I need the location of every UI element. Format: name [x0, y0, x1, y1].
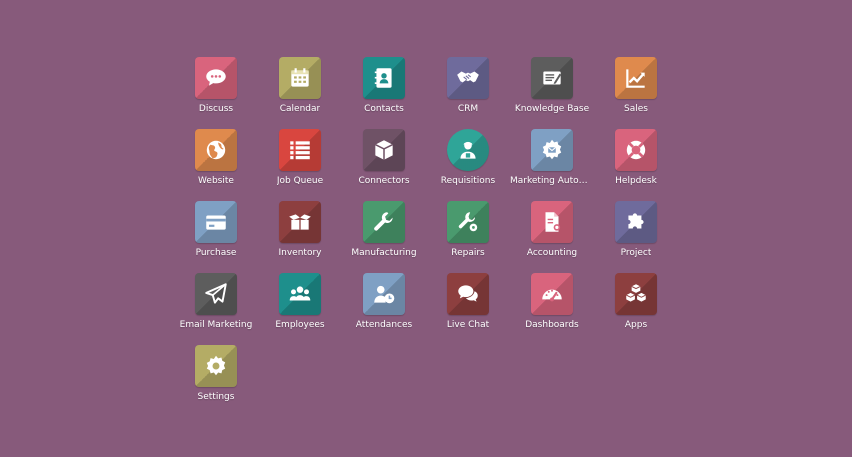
app-label: Attendances: [355, 320, 413, 330]
knowledge-base-icon: [531, 57, 573, 99]
app-tile-apps[interactable]: Apps: [594, 273, 678, 345]
app-tile-settings[interactable]: Settings: [174, 345, 258, 417]
list-icon: [279, 129, 321, 171]
app-label: Dashboards: [525, 320, 579, 330]
app-label: Contacts: [364, 104, 404, 114]
wrench-icon: [363, 201, 405, 243]
calendar-icon: [279, 57, 321, 99]
requisition-user-icon: [447, 129, 489, 171]
app-label: Connectors: [358, 176, 410, 186]
app-tile-attendances[interactable]: Attendances: [342, 273, 426, 345]
app-label: Inventory: [278, 248, 322, 258]
marketing-gear-icon: [531, 129, 573, 171]
app-tile-marketing-automation[interactable]: Marketing Automation: [510, 129, 594, 201]
accounting-doc-icon: [531, 201, 573, 243]
discuss-icon: [195, 57, 237, 99]
app-label: CRM: [457, 104, 479, 114]
app-label: Sales: [624, 104, 648, 114]
app-tile-email-marketing[interactable]: Email Marketing: [174, 273, 258, 345]
app-label: Manufacturing: [351, 248, 417, 258]
app-label: Knowledge Base: [514, 104, 590, 114]
app-tile-requisitions[interactable]: Requisitions: [426, 129, 510, 201]
app-tile-website[interactable]: Website: [174, 129, 258, 201]
sales-chart-icon: [615, 57, 657, 99]
app-tile-inventory[interactable]: Inventory: [258, 201, 342, 273]
app-label: Settings: [197, 392, 235, 402]
open-box-icon: [279, 201, 321, 243]
chat-bubbles-icon: [447, 273, 489, 315]
app-label: Project: [620, 248, 652, 258]
paper-plane-icon: [195, 273, 237, 315]
dashboard-gauge-icon: [531, 273, 573, 315]
app-tile-purchase[interactable]: Purchase: [174, 201, 258, 273]
app-tile-accounting[interactable]: Accounting: [510, 201, 594, 273]
app-tile-live-chat[interactable]: Live Chat: [426, 273, 510, 345]
credit-card-icon: [195, 201, 237, 243]
app-label: Requisitions: [440, 176, 496, 186]
attendance-clock-icon: [363, 273, 405, 315]
app-tile-project[interactable]: Project: [594, 201, 678, 273]
crm-handshake-icon: [447, 57, 489, 99]
puzzle-icon: [615, 201, 657, 243]
contacts-icon: [363, 57, 405, 99]
app-label: Purchase: [195, 248, 237, 258]
app-label: Job Queue: [276, 176, 324, 186]
cubes-icon: [615, 273, 657, 315]
app-label: Email Marketing: [179, 320, 253, 330]
box-icon: [363, 129, 405, 171]
app-tile-knowledge-base[interactable]: Knowledge Base: [510, 57, 594, 129]
settings-gear-icon: [195, 345, 237, 387]
app-grid: Discuss Calendar Contacts CRM Knowledge Base…: [174, 57, 678, 417]
app-label: Repairs: [451, 248, 485, 258]
app-tile-dashboards[interactable]: Dashboards: [510, 273, 594, 345]
app-tile-connectors[interactable]: Connectors: [342, 129, 426, 201]
app-label: Helpdesk: [615, 176, 657, 186]
lifebuoy-icon: [615, 129, 657, 171]
employees-icon: [279, 273, 321, 315]
app-tile-calendar[interactable]: Calendar: [258, 57, 342, 129]
app-label: Accounting: [526, 248, 578, 258]
app-label: Website: [198, 176, 234, 186]
app-tile-repairs[interactable]: Repairs: [426, 201, 510, 273]
globe-icon: [195, 129, 237, 171]
repair-tools-icon: [447, 201, 489, 243]
app-label: Apps: [624, 320, 648, 330]
app-label: Employees: [275, 320, 325, 330]
app-tile-contacts[interactable]: Contacts: [342, 57, 426, 129]
app-label: Calendar: [279, 104, 321, 114]
app-tile-discuss[interactable]: Discuss: [174, 57, 258, 129]
app-tile-manufacturing[interactable]: Manufacturing: [342, 201, 426, 273]
app-label: Discuss: [198, 104, 234, 114]
app-label: Marketing Automation: [510, 176, 594, 186]
app-label: Live Chat: [446, 320, 490, 330]
app-tile-job-queue[interactable]: Job Queue: [258, 129, 342, 201]
app-tile-crm[interactable]: CRM: [426, 57, 510, 129]
app-tile-sales[interactable]: Sales: [594, 57, 678, 129]
app-tile-helpdesk[interactable]: Helpdesk: [594, 129, 678, 201]
app-tile-employees[interactable]: Employees: [258, 273, 342, 345]
